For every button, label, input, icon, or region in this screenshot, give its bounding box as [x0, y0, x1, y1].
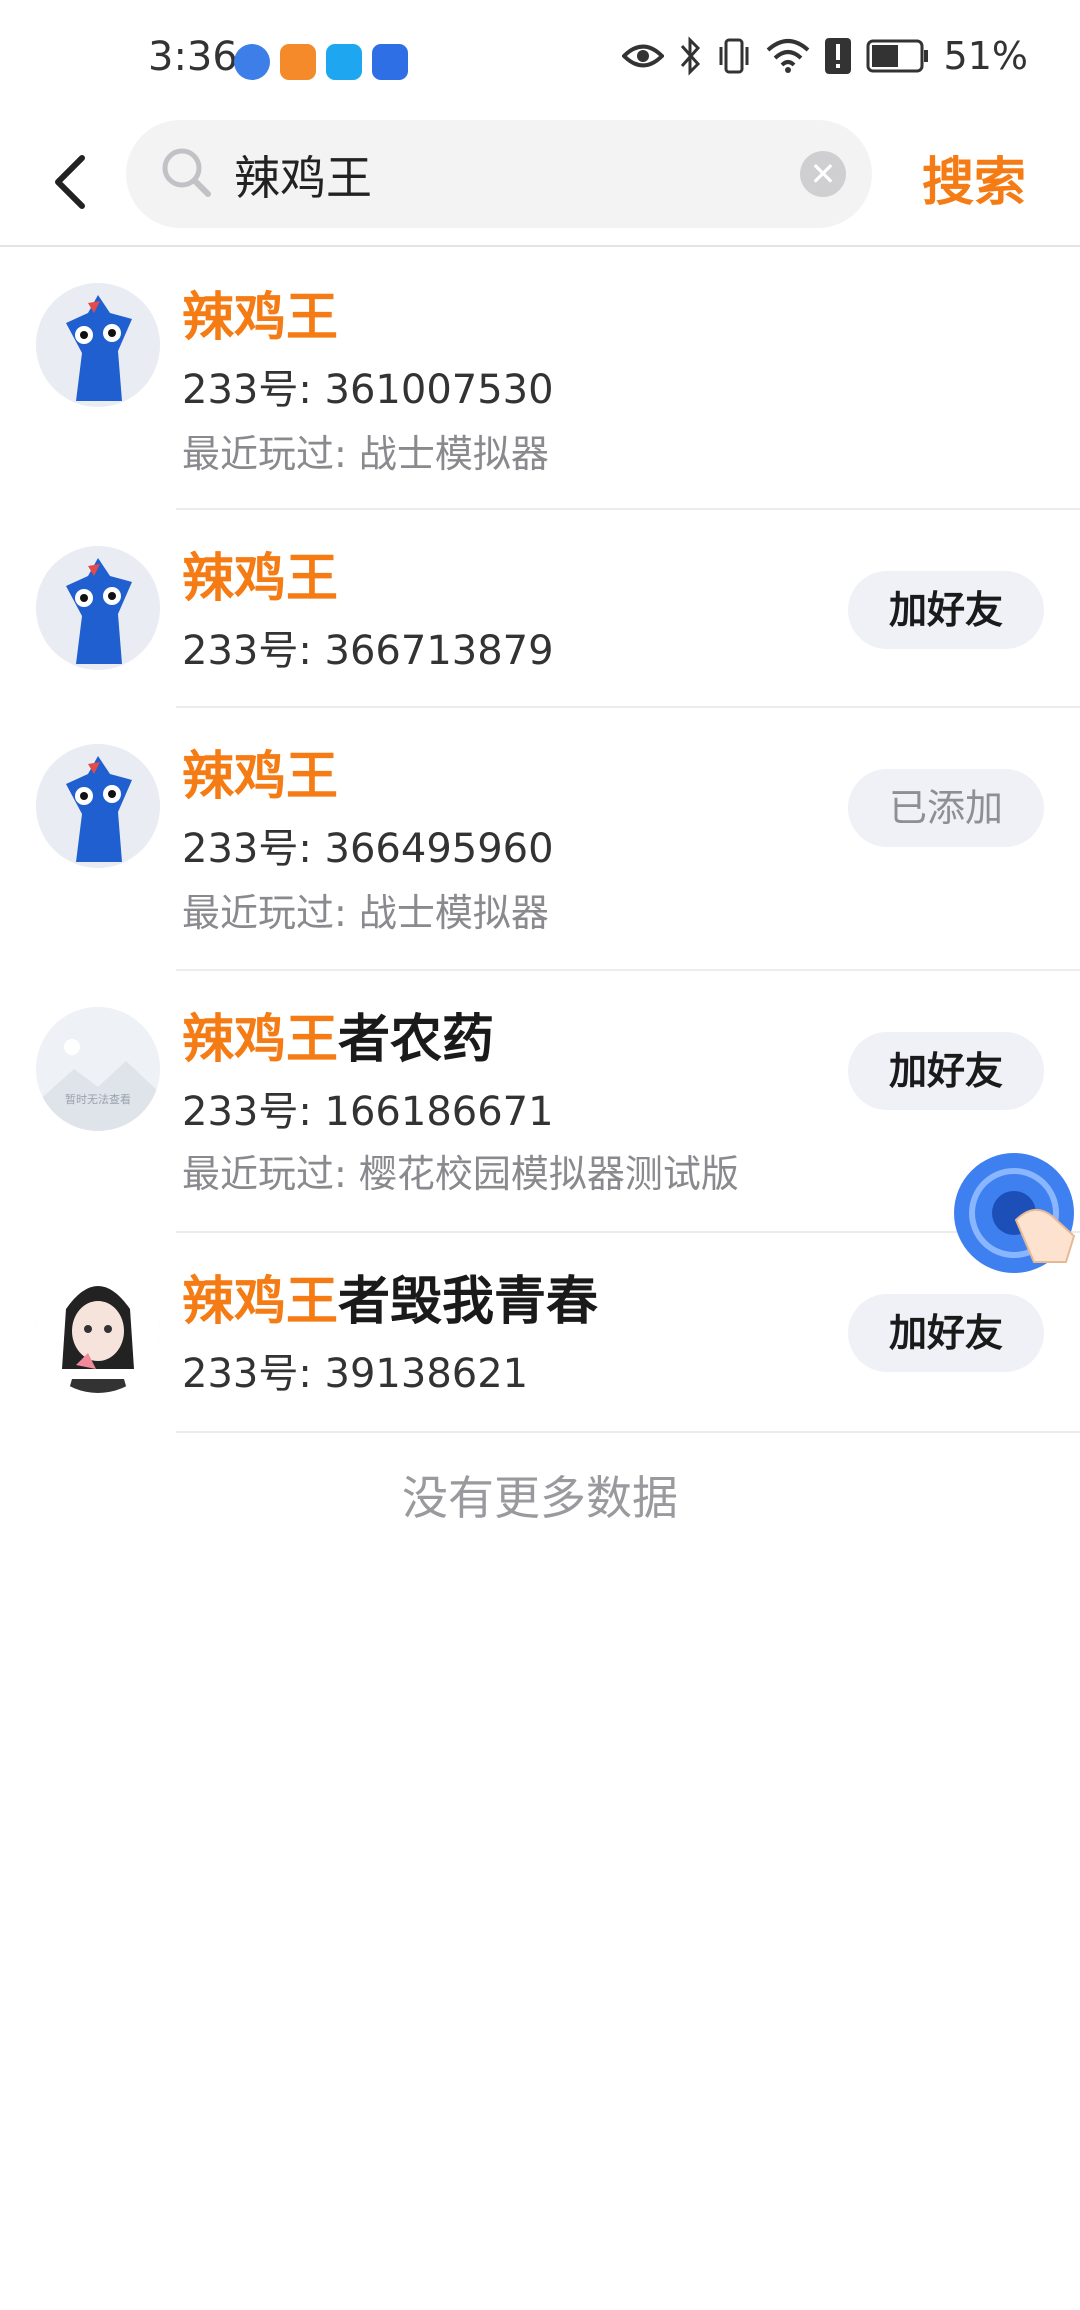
- bluetooth-icon: [680, 36, 700, 76]
- notify-app-icon-2: [280, 44, 316, 80]
- avatar: [36, 546, 160, 670]
- battery-percent: 51%: [943, 34, 1028, 78]
- close-icon: ✕: [809, 155, 837, 193]
- search-header: 辣鸡王 ✕ 搜索: [0, 120, 1080, 246]
- avatar: [36, 1269, 160, 1393]
- avatar-placeholder-text: 暂时无法查看: [65, 1093, 131, 1106]
- avatar: [36, 283, 160, 407]
- search-icon: [162, 148, 211, 197]
- result-name: 辣鸡王者农药: [182, 1010, 495, 1070]
- add-friend-button[interactable]: 加好友: [848, 1032, 1044, 1110]
- avatar: [36, 744, 160, 868]
- search-query[interactable]: 辣鸡王: [234, 142, 372, 208]
- notify-app-icon-3: [326, 44, 362, 80]
- result-id: 233号: 166186671: [182, 1089, 554, 1135]
- add-friend-button[interactable]: 加好友: [848, 571, 1044, 649]
- row-divider: [176, 1431, 1080, 1433]
- result-name: 辣鸡王者毁我青春: [182, 1272, 599, 1332]
- no-more-data-text: 没有更多数据: [402, 1471, 678, 1525]
- status-bar: 3:36 51%: [0, 0, 1080, 120]
- result-id: 233号: 39138621: [182, 1351, 529, 1397]
- floating-assist-button[interactable]: [954, 1150, 1080, 1276]
- wifi-icon: [766, 39, 809, 73]
- search-results-list: 辣鸡王 233号: 361007530 最近玩过: 战士模拟器 辣鸡王 233号…: [0, 247, 1080, 1433]
- status-time: 3:36: [148, 34, 238, 80]
- result-recent-game: 最近玩过: 战士模拟器: [182, 891, 549, 935]
- result-name: 辣鸡王: [182, 288, 339, 348]
- touch-assist-icon: [954, 1153, 1076, 1273]
- eye-icon: [621, 44, 664, 68]
- clear-search-button[interactable]: ✕: [800, 151, 846, 197]
- status-icons: 51%: [621, 34, 1028, 78]
- chevron-left-icon: [55, 155, 85, 209]
- list-item[interactable]: 辣鸡王者毁我青春 233号: 39138621 加好友: [0, 1233, 1080, 1433]
- list-item[interactable]: 辣鸡王 233号: 366713879 加好友: [0, 510, 1080, 708]
- notify-app-icon-1: [234, 44, 270, 80]
- avatar: 暂时无法查看: [36, 1007, 160, 1131]
- search-button[interactable]: 搜索: [922, 140, 1026, 215]
- vibrate-icon: [719, 38, 749, 74]
- result-recent-game: 最近玩过: 樱花校园模拟器测试版: [182, 1152, 739, 1196]
- added-friend-button[interactable]: 已添加: [848, 769, 1044, 847]
- result-id: 233号: 366713879: [182, 628, 554, 674]
- result-id: 233号: 366495960: [182, 826, 554, 872]
- list-item[interactable]: 辣鸡王 233号: 361007530 最近玩过: 战士模拟器: [0, 247, 1080, 510]
- add-friend-button[interactable]: 加好友: [848, 1294, 1044, 1372]
- result-name: 辣鸡王: [182, 747, 339, 807]
- result-id: 233号: 361007530: [182, 367, 554, 413]
- list-item[interactable]: 辣鸡王 233号: 366495960 最近玩过: 战士模拟器 已添加: [0, 708, 1080, 971]
- battery-icon: [866, 39, 928, 73]
- notify-app-icon-4: [372, 44, 408, 80]
- search-input[interactable]: 辣鸡王 ✕: [126, 120, 872, 228]
- result-recent-game: 最近玩过: 战士模拟器: [182, 432, 549, 476]
- alert-icon: [824, 38, 851, 74]
- back-button[interactable]: [44, 142, 100, 222]
- list-item[interactable]: 暂时无法查看 辣鸡王者农药 233号: 166186671 最近玩过: 樱花校园…: [0, 971, 1080, 1233]
- result-name: 辣鸡王: [182, 549, 339, 609]
